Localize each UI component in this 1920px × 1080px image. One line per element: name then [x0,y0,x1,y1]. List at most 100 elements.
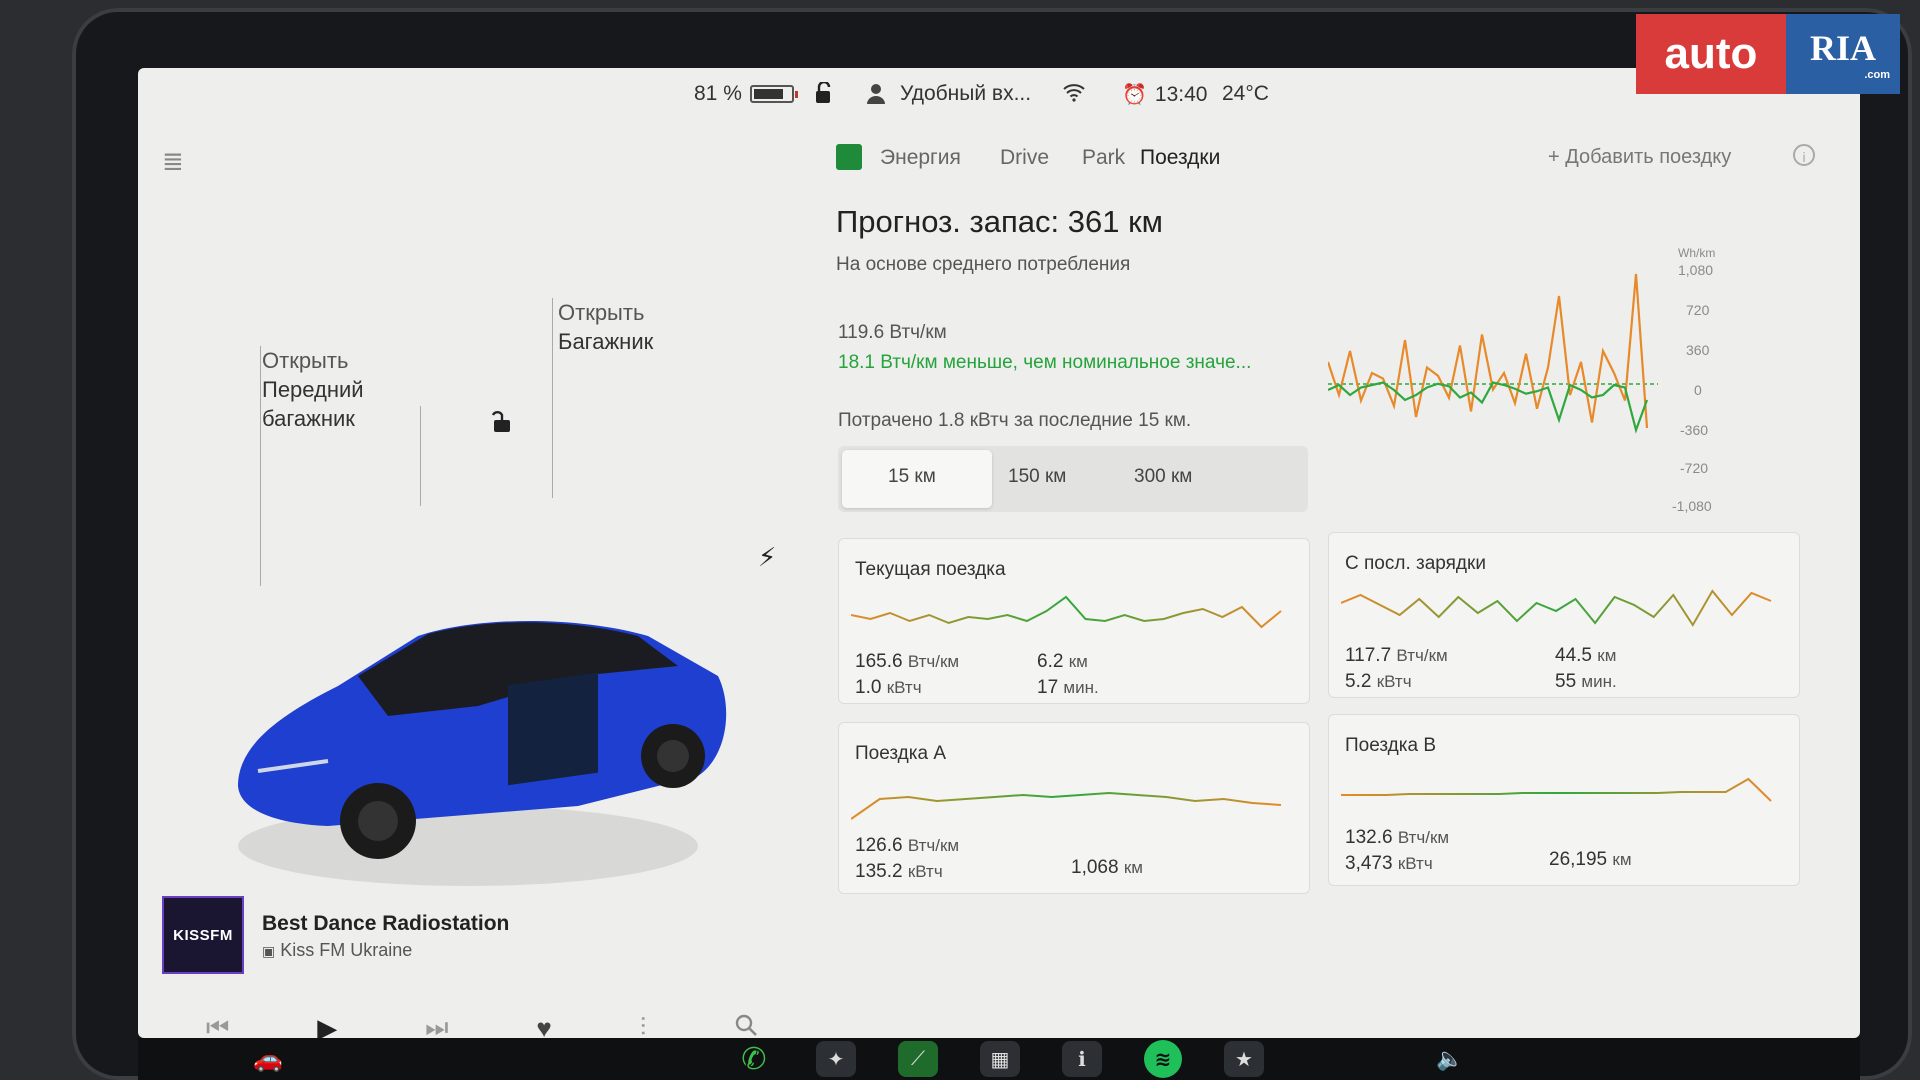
energy-value: 5.2 [1345,671,1372,692]
axis-tick: -360 [1680,422,1709,438]
energy-unit: кВтч [907,862,943,881]
trip-a-sparkline [851,791,1282,820]
spotify-icon[interactable]: ≋ [1144,1040,1182,1078]
tab-trips[interactable]: Поездки [1140,146,1220,170]
tab-park[interactable]: Park [1082,146,1125,170]
card-title: С посл. зарядки [1345,553,1486,574]
range-basis: На основе среднего потребления [836,254,1131,275]
next-icon[interactable]: ⏭ [425,1012,448,1038]
range-option-150[interactable]: 150 км [1008,466,1066,488]
consumption-unit: Втч/км [907,836,960,855]
toybox-icon[interactable]: ✦ [816,1041,856,1077]
card-distance: 1,068 км [1071,857,1143,879]
equalizer-icon[interactable]: ⫶ [640,1012,647,1038]
unlocked-lock-icon[interactable] [490,408,514,441]
consumption-unit: Втч/км [1396,646,1448,665]
profile-name: Удобный вх... [900,82,1032,105]
card-title: Текущая поездка [855,559,1006,580]
lock-status-icon[interactable] [814,82,834,104]
person-icon [867,84,885,104]
watermark-brand-right: RIA [1809,28,1876,68]
distance-unit: км [1123,858,1143,877]
tab-energy[interactable]: Энергия [880,146,961,170]
station-name: Kiss FM Ukraine [280,940,413,960]
status-bar: 81 % Удобный вх... ⏰ 13:40 24°C [138,68,1860,116]
energy-unit: кВтч [1376,672,1412,691]
info-icon[interactable]: i [1793,144,1815,166]
energy-value: 3,473 [1345,853,1393,874]
card-consumption: 126.6 Втч/км [855,835,959,857]
play-icon[interactable]: ▶ [317,1013,337,1039]
card-duration: 17 мин. [1037,677,1099,699]
search-icon[interactable] [734,1013,758,1039]
card-duration: 55 мин. [1555,671,1617,693]
card-title: Поездка A [855,743,947,764]
arcade-icon[interactable]: ★ [1224,1041,1264,1077]
card-trip-a[interactable]: Поездка A 126.6 Втч/км 135.2 кВтч 1,068 … [838,722,1310,894]
axis-tick: -1,080 [1672,498,1712,514]
card-current-trip[interactable]: Текущая поездка 165.6 Втч/км 1.0 кВтч 6.… [838,538,1310,704]
car-3d-image[interactable] [218,556,738,896]
consumption-unit: Втч/км [907,652,960,671]
touchscreen: 81 % Удобный вх... ⏰ 13:40 24°C ≣ Открыт… [138,68,1860,1038]
phone-icon[interactable]: ✆ [734,1041,774,1077]
consumption-difference: 18.1 Втч/км меньше, чем номинальное знач… [838,352,1252,373]
battery-icon [749,85,798,103]
distance-selector: 15 км 150 км 300 км [838,446,1308,512]
driver-profile[interactable]: Удобный вх... [866,82,1031,106]
manual-icon[interactable]: ℹ [1062,1041,1102,1077]
card-trip-b[interactable]: Поездка B 132.6 Втч/км 3,473 кВтч 26,195… [1328,714,1800,886]
card-consumption: 117.7 Втч/км [1345,645,1448,667]
energy-app: Энергия Drive Park Поездки + Добавить по… [828,116,1860,1038]
current-trip-sparkline [851,595,1282,629]
tab-drive[interactable]: Drive [1000,146,1049,170]
watermark-left: auto [1636,14,1786,94]
energy-unit: кВтч [886,678,922,697]
volume-icon[interactable]: 🔈 [1430,1041,1470,1077]
trip-b-sparkline [1341,777,1772,802]
energy-app-dock-icon[interactable]: ⟋ [898,1041,938,1077]
distance-value: 26,195 [1549,849,1608,870]
media-player[interactable]: KISSFM Best Dance Radiostation ▣ Kiss FM… [162,896,802,1000]
add-trip-label: Добавить поездку [1565,146,1732,168]
since-charge-sparkline [1341,589,1772,627]
distance-unit: км [1612,850,1632,869]
trunk-callout-line2: Багажник [558,329,654,354]
wifi-icon[interactable] [1062,82,1086,102]
radio-icon: ▣ [262,943,276,959]
duration-value: 17 [1037,677,1059,698]
frunk-callout[interactable]: Открыть Передний багажник [262,346,364,433]
battery-indicator[interactable]: 81 % [694,82,798,106]
add-trip-button[interactable]: + Добавить поездку [1548,146,1731,169]
axis-tick: -720 [1680,460,1709,476]
previous-icon[interactable]: ⏮ [206,1012,229,1038]
temperature-label: 24°C [1222,82,1269,105]
calendar-icon[interactable]: ▦ [980,1041,1020,1077]
car-panel: ≣ Открыть Передний багажник Открыть Бага… [138,116,818,1038]
trunk-callout[interactable]: Открыть Багажник [558,298,653,356]
card-energy: 5.2 кВтч [1345,671,1412,693]
distance-value: 1,068 [1071,857,1119,878]
card-title: Поездка B [1345,735,1437,756]
consumption-value: 117.7 [1345,645,1392,666]
consumption-series-orange [1326,273,1649,429]
card-since-charge[interactable]: С посл. зарядки 117.7 Втч/км 5.2 кВтч 44… [1328,532,1800,698]
car-icon[interactable]: 🚗 [248,1041,288,1077]
consumption-chart: Wh/km 1,080 720 360 0 -360 -720 -1,080 [1326,246,1808,516]
favorite-heart-icon[interactable]: ♥ [536,1013,551,1039]
range-option-15[interactable]: 15 км [888,466,936,488]
distance-value: 6.2 [1037,651,1064,672]
watermark-suffix: .com [1864,69,1890,81]
energy-spent: Потрачено 1.8 кВтч за последние 15 км. [838,410,1192,431]
clock: ⏰ 13:40 [1122,82,1207,107]
card-energy: 3,473 кВтч [1345,853,1433,875]
range-option-300[interactable]: 300 км [1134,466,1192,488]
duration-value: 55 [1555,671,1577,692]
energy-app-icon [836,144,862,170]
card-distance: 6.2 км [1037,651,1088,673]
headlights-icon[interactable]: ≣ [162,146,184,177]
track-title: Best Dance Radiostation [262,912,510,935]
outside-temperature: 24°C [1222,82,1269,106]
charge-port-icon[interactable]: ⚡ [758,542,776,573]
consumption-value: 165.6 [855,651,903,672]
